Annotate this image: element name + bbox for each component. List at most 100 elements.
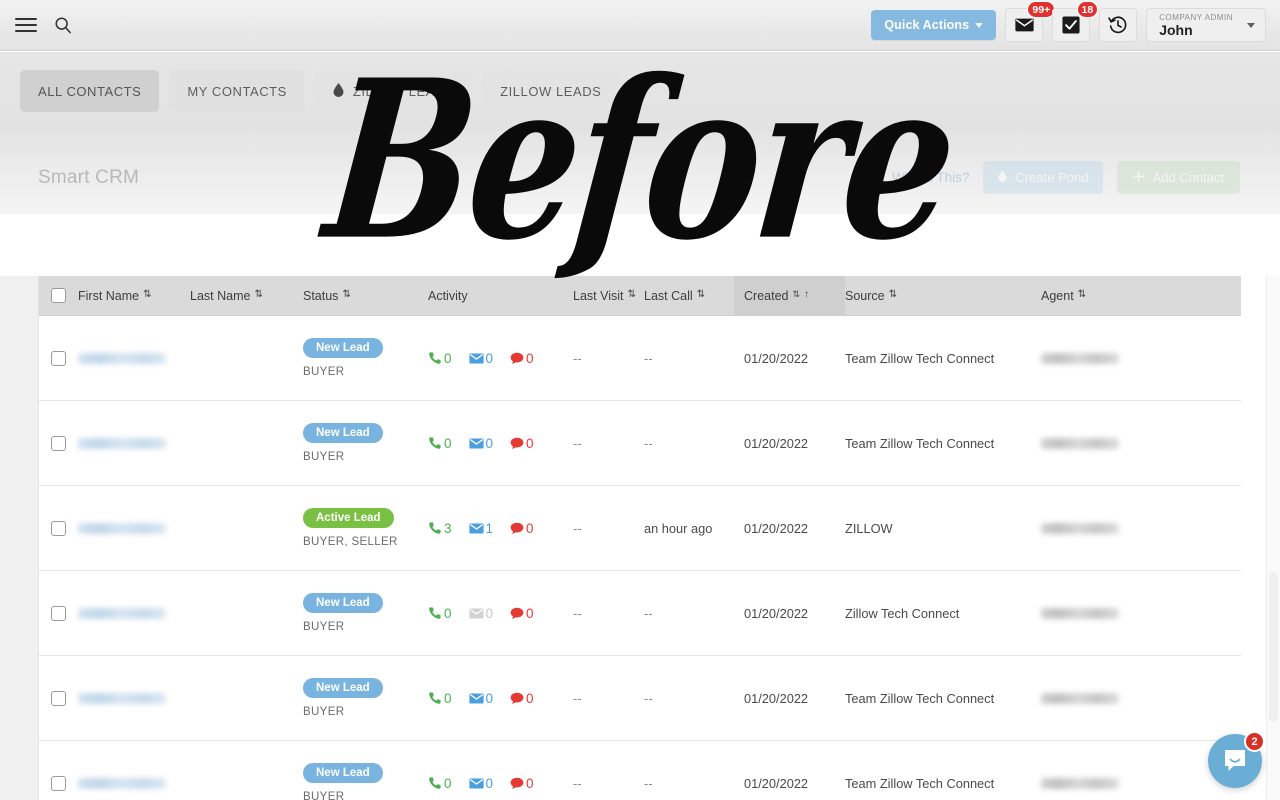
agent-name-redacted xyxy=(1041,438,1119,449)
column-header-last-visit[interactable]: Last Visit ⇅ xyxy=(573,289,644,303)
text-count[interactable]: 0 xyxy=(510,606,534,621)
status-badge: Active Lead xyxy=(303,508,394,528)
cell-source: Team Zillow Tech Connect xyxy=(845,656,1041,740)
table-row[interactable]: New LeadBUYER000----01/20/2022Team Zillo… xyxy=(39,656,1241,741)
select-all-checkbox[interactable] xyxy=(51,288,66,303)
cell-last-visit: -- xyxy=(573,656,644,740)
hamburger-menu-icon[interactable] xyxy=(12,11,40,39)
cell-agent xyxy=(1041,571,1241,655)
call-count-value: 0 xyxy=(444,351,452,366)
email-count[interactable]: 0 xyxy=(469,691,494,706)
user-account-menu[interactable]: COMPANY ADMIN John xyxy=(1146,8,1266,42)
cell-source: Zillow Tech Connect xyxy=(845,571,1041,655)
call-count[interactable]: 0 xyxy=(428,436,452,451)
text-count[interactable]: 0 xyxy=(510,691,534,706)
cell-agent xyxy=(1041,316,1241,400)
envelope-icon xyxy=(469,693,484,704)
call-count[interactable]: 0 xyxy=(428,351,452,366)
tasks-button[interactable]: 18 xyxy=(1052,8,1090,42)
table-row[interactable]: Active LeadBUYER, SELLER310--an hour ago… xyxy=(39,486,1241,571)
row-checkbox[interactable] xyxy=(51,351,66,366)
tab-zillow-leads-2[interactable]: ZILLOW LEADS xyxy=(482,70,619,112)
cell-last-name xyxy=(190,656,303,740)
row-checkbox[interactable] xyxy=(51,691,66,706)
history-button[interactable] xyxy=(1099,8,1137,42)
email-count[interactable]: 0 xyxy=(469,351,494,366)
row-checkbox[interactable] xyxy=(51,776,66,791)
call-count-value: 0 xyxy=(444,606,452,621)
text-count[interactable]: 0 xyxy=(510,436,534,451)
table-row[interactable]: New LeadBUYER000----01/20/2022Team Zillo… xyxy=(39,401,1241,486)
cell-first-name[interactable] xyxy=(78,741,190,800)
cell-source: Team Zillow Tech Connect xyxy=(845,741,1041,800)
cell-created: 01/20/2022 xyxy=(734,401,845,485)
call-count[interactable]: 3 xyxy=(428,521,452,536)
cell-first-name[interactable] xyxy=(78,486,190,570)
text-count-value: 0 xyxy=(526,691,534,706)
email-count[interactable]: 0 xyxy=(469,606,494,621)
whats-this-link[interactable]: What's This? xyxy=(892,170,969,185)
text-count-value: 0 xyxy=(526,351,534,366)
email-count[interactable]: 1 xyxy=(469,521,494,536)
search-icon[interactable] xyxy=(50,12,76,38)
call-count[interactable]: 0 xyxy=(428,776,452,791)
speech-bubble-icon xyxy=(510,777,524,790)
vertical-scrollbar[interactable] xyxy=(1266,276,1280,800)
table-row[interactable]: New LeadBUYER000----01/20/2022Team Zillo… xyxy=(39,316,1241,401)
email-count[interactable]: 0 xyxy=(469,776,494,791)
cell-first-name[interactable] xyxy=(78,656,190,740)
column-header-agent[interactable]: Agent ⇅ xyxy=(1041,289,1241,303)
last-call-value: -- xyxy=(644,776,653,791)
quick-actions-button[interactable]: Quick Actions xyxy=(871,10,996,40)
tab-my-contacts[interactable]: MY CONTACTS xyxy=(169,70,304,112)
topbar-actions: Quick Actions 99+ 18 xyxy=(871,8,1280,42)
column-header-last-name[interactable]: Last Name ⇅ xyxy=(190,289,303,303)
add-contact-button[interactable]: Add Contact xyxy=(1117,161,1240,194)
created-date-value: 01/20/2022 xyxy=(744,776,808,791)
call-count[interactable]: 0 xyxy=(428,691,452,706)
messages-button[interactable]: 99+ xyxy=(1005,8,1043,42)
column-label: First Name xyxy=(78,289,139,303)
cell-last-name xyxy=(190,401,303,485)
tab-all-contacts[interactable]: ALL CONTACTS xyxy=(20,70,159,112)
text-count[interactable]: 0 xyxy=(510,351,534,366)
column-label: Created xyxy=(744,289,788,303)
create-pond-button[interactable]: Create Pond xyxy=(983,161,1103,194)
call-count[interactable]: 0 xyxy=(428,606,452,621)
intercom-launcher-button[interactable]: 2 xyxy=(1208,734,1262,788)
text-count[interactable]: 0 xyxy=(510,521,534,536)
contact-roles: BUYER xyxy=(303,366,344,378)
cell-first-name[interactable] xyxy=(78,316,190,400)
scrollbar-thumb[interactable] xyxy=(1269,572,1278,722)
cell-last-visit: -- xyxy=(573,486,644,570)
last-visit-value: -- xyxy=(573,776,582,791)
cell-agent xyxy=(1041,486,1241,570)
last-call-value: an hour ago xyxy=(644,521,712,536)
column-header-source[interactable]: Source ⇅ xyxy=(845,289,1041,303)
column-header-last-call[interactable]: Last Call ⇅ xyxy=(644,289,744,303)
cell-last-call: -- xyxy=(644,316,744,400)
row-checkbox[interactable] xyxy=(51,521,66,536)
cell-last-name xyxy=(190,741,303,800)
row-select-cell xyxy=(39,486,78,570)
sort-icon: ⇅ xyxy=(889,290,897,300)
column-header-first-name[interactable]: First Name ⇅ xyxy=(78,289,190,303)
tab-zillow-leads[interactable]: ZILLOW LEADS xyxy=(315,70,472,112)
cell-source: ZILLOW xyxy=(845,486,1041,570)
text-count[interactable]: 0 xyxy=(510,776,534,791)
phone-icon xyxy=(428,691,442,705)
user-info: COMPANY ADMIN John xyxy=(1159,13,1233,38)
table-row[interactable]: New LeadBUYER000----01/20/2022Team Zillo… xyxy=(39,741,1241,800)
cell-first-name[interactable] xyxy=(78,401,190,485)
row-checkbox[interactable] xyxy=(51,606,66,621)
activity-counters: 0 0 0 xyxy=(428,776,534,791)
contact-name-redacted xyxy=(78,353,166,364)
email-count[interactable]: 0 xyxy=(469,436,494,451)
cell-created: 01/20/2022 xyxy=(734,741,845,800)
column-header-status[interactable]: Status ⇅ xyxy=(303,289,428,303)
column-header-created[interactable]: Created ⇅ ↑ xyxy=(734,276,845,316)
table-row[interactable]: New LeadBUYER000----01/20/2022Zillow Tec… xyxy=(39,571,1241,656)
row-checkbox[interactable] xyxy=(51,436,66,451)
call-count-value: 0 xyxy=(444,776,452,791)
cell-first-name[interactable] xyxy=(78,571,190,655)
